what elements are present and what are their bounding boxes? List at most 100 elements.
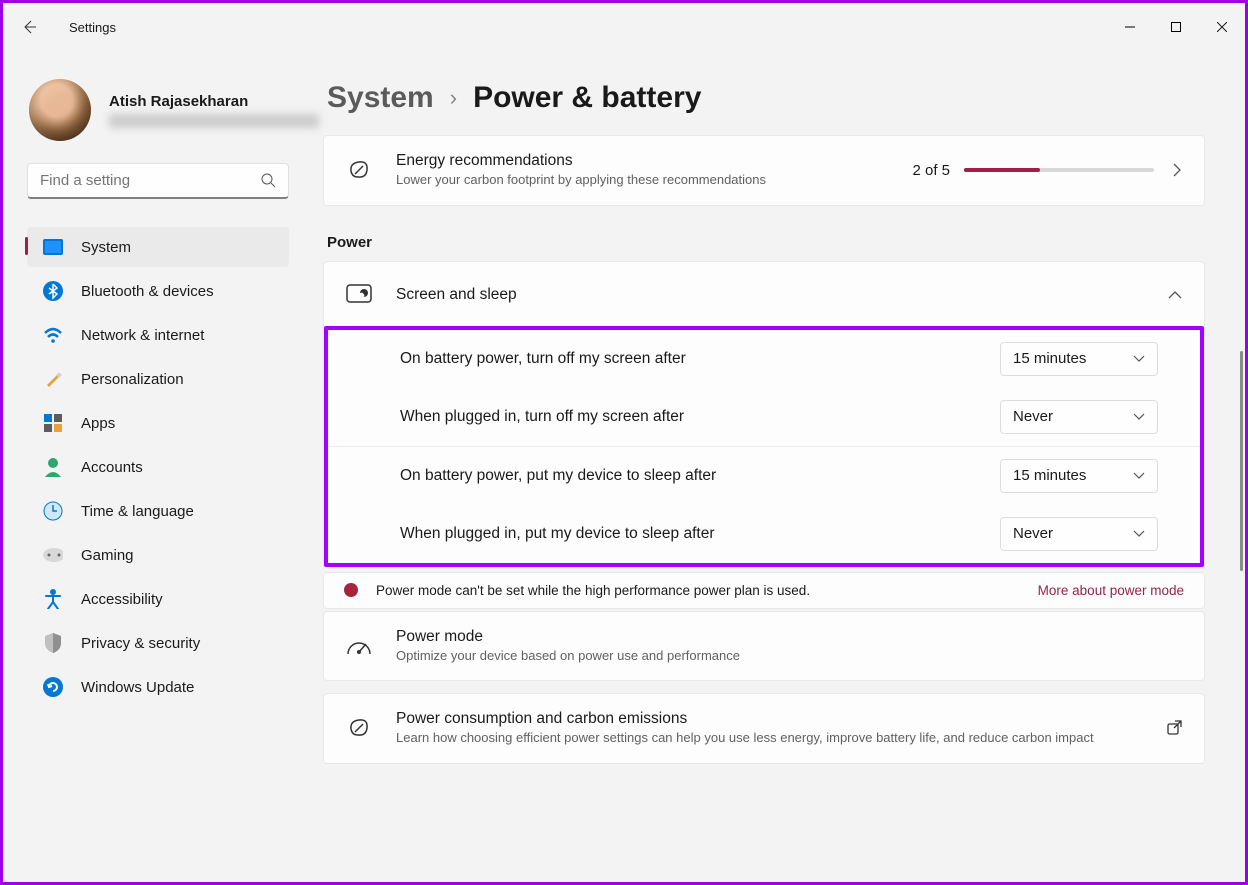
shield-icon — [43, 633, 63, 653]
sidebar-item-update[interactable]: Windows Update — [27, 667, 289, 707]
card-title: Screen and sleep — [396, 286, 1168, 304]
sidebar-item-bluetooth[interactable]: Bluetooth & devices — [27, 271, 289, 311]
sidebar-item-label: Network & internet — [81, 327, 204, 344]
sidebar-item-personalization[interactable]: Personalization — [27, 359, 289, 399]
scrollbar-thumb[interactable] — [1240, 351, 1243, 571]
setting-row: On battery power, put my device to sleep… — [328, 447, 1200, 505]
breadcrumb-parent[interactable]: System — [327, 81, 434, 115]
search-input[interactable] — [40, 172, 261, 189]
info-dot-icon — [344, 583, 358, 597]
chevron-down-icon — [1133, 355, 1145, 363]
wifi-icon — [43, 325, 63, 345]
screen-sleep-header[interactable]: Screen and sleep — [324, 262, 1204, 328]
sidebar: Atish Rajasekharan System Bluetooth & de… — [3, 51, 313, 882]
info-bar: Power mode can't be set while the high p… — [323, 572, 1205, 609]
leaf-icon — [346, 715, 372, 741]
person-icon — [43, 457, 63, 477]
gauge-icon — [346, 633, 372, 659]
refresh-icon — [43, 677, 63, 697]
chevron-down-icon — [1133, 472, 1145, 480]
sidebar-item-label: Accessibility — [81, 591, 163, 608]
card-sub: Optimize your device based on power use … — [396, 647, 1182, 665]
apps-icon — [43, 413, 63, 433]
minimize-button[interactable] — [1107, 11, 1153, 43]
window-controls — [1107, 11, 1245, 43]
dropdown-value: Never — [1013, 525, 1053, 542]
sidebar-item-label: Accounts — [81, 459, 143, 476]
search-icon — [261, 173, 276, 188]
content-area: System › Power & battery Energy recommen… — [313, 51, 1245, 882]
power-mode-card[interactable]: Power mode Optimize your device based on… — [323, 611, 1205, 682]
title-bar: Settings — [3, 3, 1245, 51]
dropdown-value: Never — [1013, 408, 1053, 425]
sidebar-item-label: System — [81, 239, 131, 256]
search-box[interactable] — [27, 163, 289, 199]
card-title: Energy recommendations — [396, 152, 912, 170]
info-link[interactable]: More about power mode — [1038, 583, 1184, 598]
sidebar-item-label: Privacy & security — [81, 635, 200, 652]
sidebar-item-label: Personalization — [81, 371, 184, 388]
setting-row: When plugged in, put my device to sleep … — [328, 505, 1200, 563]
dropdown-value: 15 minutes — [1013, 350, 1086, 367]
clock-globe-icon — [43, 501, 63, 521]
sidebar-item-apps[interactable]: Apps — [27, 403, 289, 443]
back-button[interactable] — [7, 5, 51, 49]
setting-label: On battery power, put my device to sleep… — [400, 467, 1000, 485]
chevron-up-icon — [1168, 290, 1182, 300]
sidebar-item-label: Bluetooth & devices — [81, 283, 214, 300]
section-power-header: Power — [327, 234, 1205, 251]
profile-name: Atish Rajasekharan — [109, 93, 319, 110]
screen-plugged-dropdown[interactable]: Never — [1000, 400, 1158, 434]
energy-recommendations-card[interactable]: Energy recommendations Lower your carbon… — [323, 135, 1205, 206]
avatar — [29, 79, 91, 141]
chevron-down-icon — [1133, 530, 1145, 538]
setting-row: On battery power, turn off my screen aft… — [328, 330, 1200, 388]
sidebar-item-privacy[interactable]: Privacy & security — [27, 623, 289, 663]
close-button[interactable] — [1199, 11, 1245, 43]
sidebar-item-system[interactable]: System — [27, 227, 289, 267]
card-title: Power consumption and carbon emissions — [396, 710, 1166, 728]
breadcrumb: System › Power & battery — [327, 81, 1205, 115]
screen-battery-dropdown[interactable]: 15 minutes — [1000, 342, 1158, 376]
info-text: Power mode can't be set while the high p… — [376, 583, 810, 598]
page-title: Power & battery — [473, 81, 701, 115]
setting-row: When plugged in, turn off my screen afte… — [328, 388, 1200, 446]
energy-count: 2 of 5 — [912, 162, 950, 179]
carbon-card[interactable]: Power consumption and carbon emissions L… — [323, 693, 1205, 764]
sidebar-item-accounts[interactable]: Accounts — [27, 447, 289, 487]
chevron-right-icon — [1172, 163, 1182, 177]
external-link-icon — [1166, 720, 1182, 736]
sidebar-item-label: Windows Update — [81, 679, 194, 696]
gamepad-icon — [43, 545, 63, 565]
sidebar-item-label: Apps — [81, 415, 115, 432]
energy-progress — [964, 168, 1154, 172]
highlighted-settings: On battery power, turn off my screen aft… — [324, 326, 1204, 567]
accessibility-icon — [43, 589, 63, 609]
card-title: Power mode — [396, 628, 1182, 646]
display-icon — [43, 237, 63, 257]
sidebar-item-label: Time & language — [81, 503, 194, 520]
setting-label: On battery power, turn off my screen aft… — [400, 350, 1000, 368]
maximize-button[interactable] — [1153, 11, 1199, 43]
sidebar-item-time[interactable]: Time & language — [27, 491, 289, 531]
bluetooth-icon — [43, 281, 63, 301]
setting-label: When plugged in, turn off my screen afte… — [400, 408, 1000, 426]
sidebar-item-gaming[interactable]: Gaming — [27, 535, 289, 575]
chevron-down-icon — [1133, 413, 1145, 421]
screen-icon — [346, 282, 372, 308]
sidebar-item-network[interactable]: Network & internet — [27, 315, 289, 355]
card-sub: Learn how choosing efficient power setti… — [396, 729, 1166, 747]
sleep-battery-dropdown[interactable]: 15 minutes — [1000, 459, 1158, 493]
dropdown-value: 15 minutes — [1013, 467, 1086, 484]
nav-list: System Bluetooth & devices Network & int… — [7, 223, 309, 711]
paintbrush-icon — [43, 369, 63, 389]
profile-block[interactable]: Atish Rajasekharan — [7, 51, 309, 163]
card-sub: Lower your carbon footprint by applying … — [396, 171, 912, 189]
profile-email — [109, 114, 319, 128]
chevron-right-icon: › — [450, 85, 457, 111]
sleep-plugged-dropdown[interactable]: Never — [1000, 517, 1158, 551]
sidebar-item-accessibility[interactable]: Accessibility — [27, 579, 289, 619]
setting-label: When plugged in, put my device to sleep … — [400, 525, 1000, 543]
leaf-icon — [346, 157, 372, 183]
window-title: Settings — [69, 20, 116, 35]
